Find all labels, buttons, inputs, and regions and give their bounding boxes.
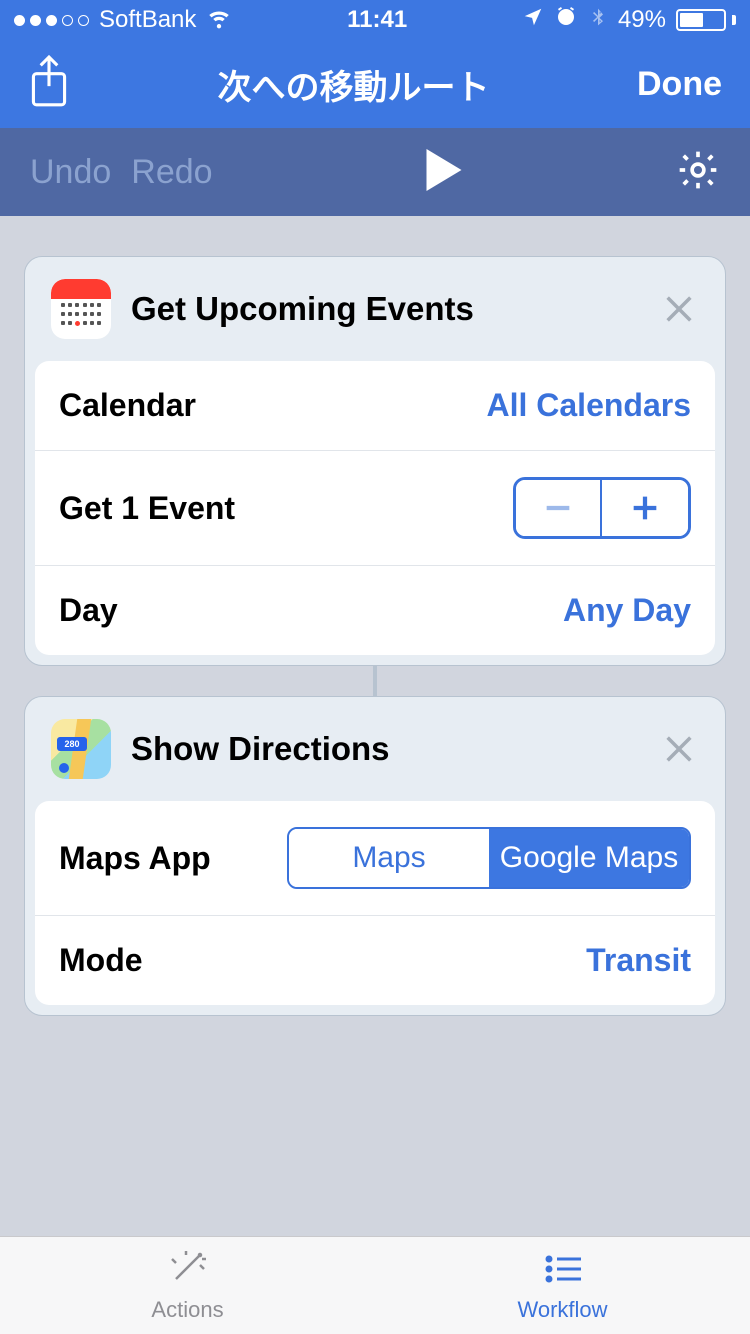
play-button[interactable] <box>426 149 462 196</box>
workflow-canvas[interactable]: Get Upcoming Events Calendar All Calenda… <box>0 216 750 1236</box>
stepper-minus-button[interactable] <box>516 480 602 536</box>
remove-card-button[interactable] <box>659 289 699 329</box>
row-maps-app: Maps App Maps Google Maps <box>35 801 715 916</box>
segment-google-maps[interactable]: Google Maps <box>489 829 689 887</box>
action-card-get-upcoming-events[interactable]: Get Upcoming Events Calendar All Calenda… <box>24 256 726 666</box>
carrier-label: SoftBank <box>99 6 196 34</box>
bluetooth-icon <box>588 5 608 36</box>
row-label: Day <box>59 592 118 629</box>
remove-card-button[interactable] <box>659 729 699 769</box>
maps-app-segmented: Maps Google Maps <box>287 827 691 889</box>
row-calendar[interactable]: Calendar All Calendars <box>35 361 715 451</box>
share-button[interactable] <box>28 55 70 114</box>
tab-bar: Actions Workflow <box>0 1236 750 1334</box>
tab-workflow[interactable]: Workflow <box>375 1237 750 1334</box>
nav-bar: 次への移動ルート Done <box>0 40 750 128</box>
maps-app-icon: 280 <box>51 719 111 779</box>
row-label: Calendar <box>59 387 196 424</box>
row-value: All Calendars <box>486 387 691 424</box>
action-card-show-directions[interactable]: 280 Show Directions Maps App Maps Google… <box>24 696 726 1016</box>
wand-icon <box>166 1249 210 1295</box>
settings-button[interactable] <box>676 179 720 196</box>
undo-button[interactable]: Undo <box>30 153 111 192</box>
row-mode[interactable]: Mode Transit <box>35 916 715 1005</box>
row-event-count: Get 1 Event <box>35 451 715 566</box>
status-bar: SoftBank 11:41 49% <box>0 0 750 40</box>
stepper-plus-button[interactable] <box>602 480 688 536</box>
row-value: Any Day <box>563 592 691 629</box>
card-title: Get Upcoming Events <box>131 290 639 328</box>
row-label: Maps App <box>59 840 211 877</box>
tab-label: Workflow <box>517 1297 607 1323</box>
battery-pct-label: 49% <box>618 6 666 34</box>
calendar-app-icon <box>51 279 111 339</box>
tab-actions[interactable]: Actions <box>0 1237 375 1334</box>
edit-toolbar: Undo Redo <box>0 128 750 216</box>
row-value: Transit <box>586 942 691 979</box>
location-icon <box>522 6 544 35</box>
card-connector <box>373 666 377 696</box>
event-count-stepper <box>513 477 691 539</box>
row-label: Mode <box>59 942 143 979</box>
alarm-icon <box>554 5 578 36</box>
tab-label: Actions <box>151 1297 223 1323</box>
row-day[interactable]: Day Any Day <box>35 566 715 655</box>
battery-icon <box>676 9 736 31</box>
row-label: Get 1 Event <box>59 490 235 527</box>
clock-label: 11:41 <box>347 6 407 34</box>
list-icon <box>541 1249 585 1295</box>
card-title: Show Directions <box>131 730 639 768</box>
done-button[interactable]: Done <box>637 65 722 104</box>
wifi-icon <box>206 4 232 37</box>
page-title: 次への移動ルート <box>70 60 637 109</box>
signal-dots-icon <box>14 15 89 26</box>
segment-maps[interactable]: Maps <box>289 829 489 887</box>
redo-button[interactable]: Redo <box>131 153 212 192</box>
